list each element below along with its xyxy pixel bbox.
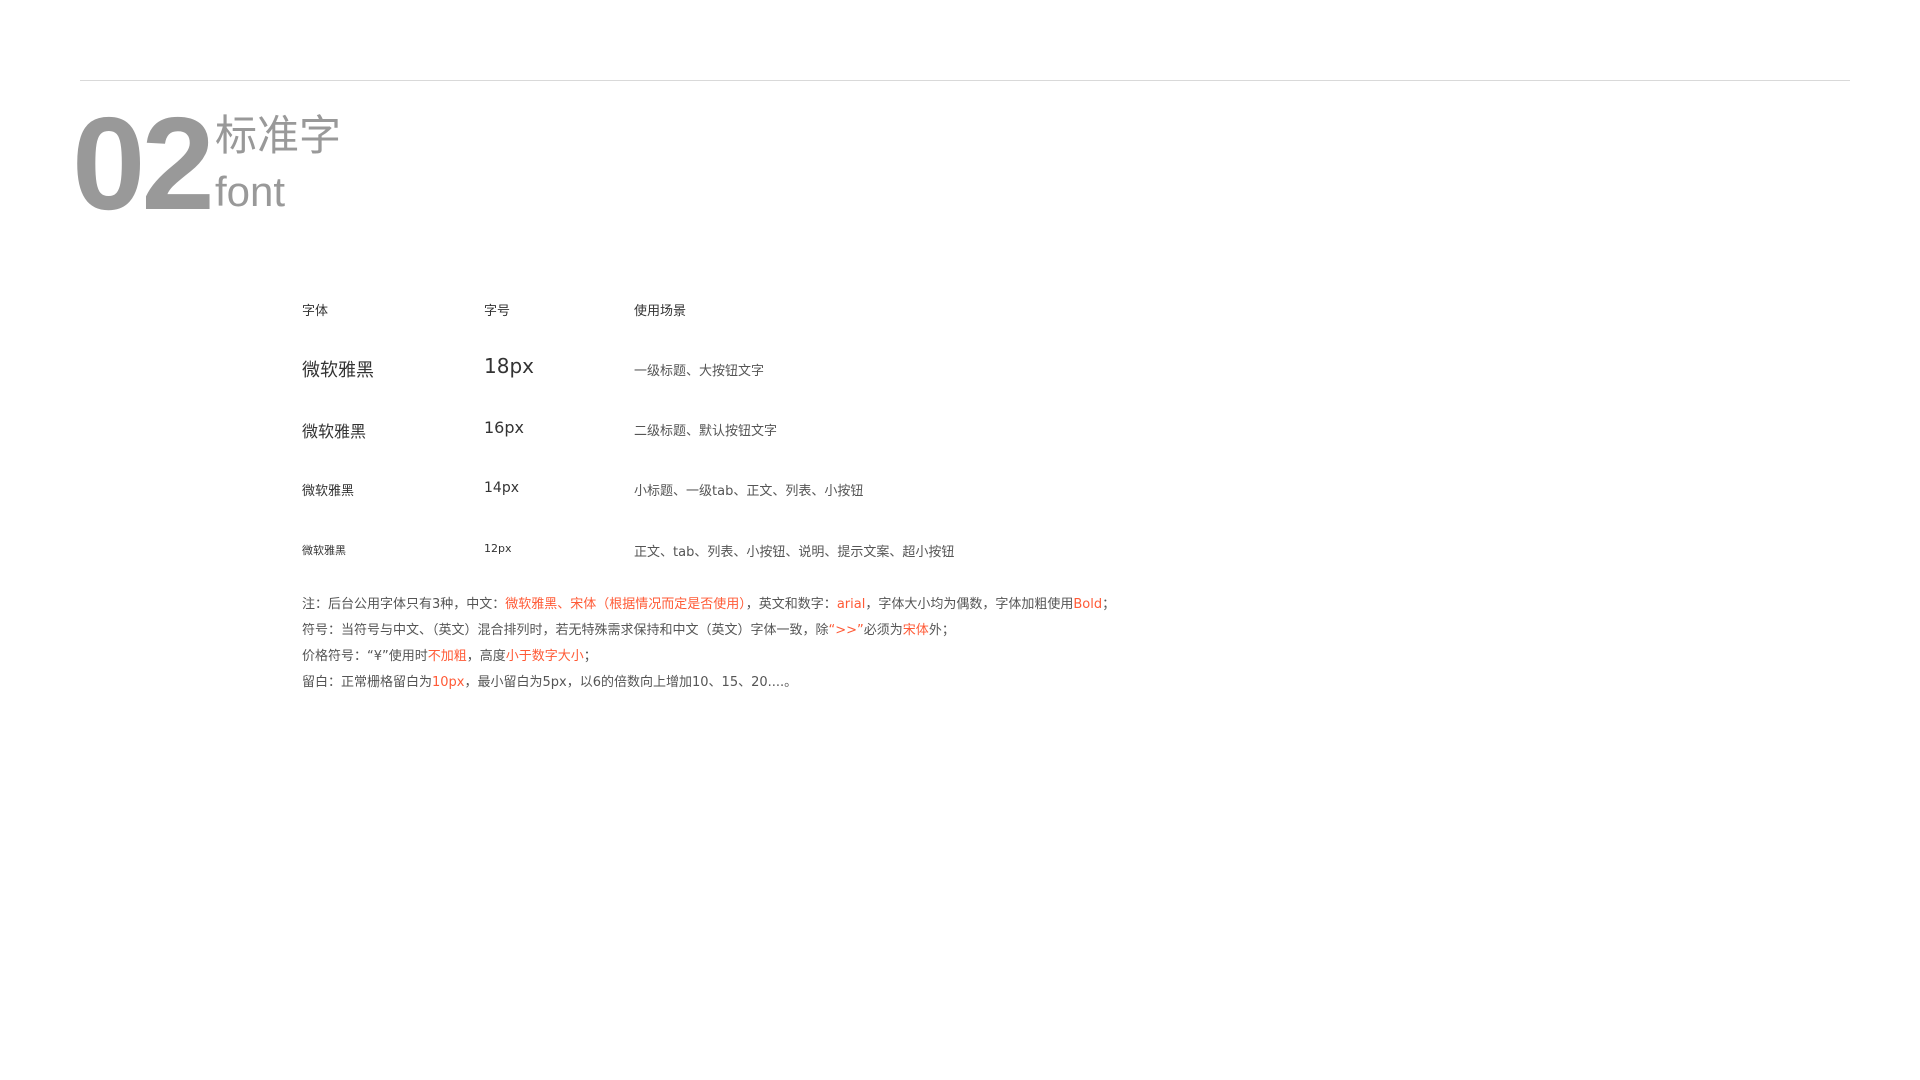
note-highlight: arial — [836, 597, 866, 612]
usage-cell: 正文、tab、列表、小按钮、说明、提示文案、超小按钮 — [634, 545, 955, 560]
note-text: ，字体大小均为偶数，字体加粗使用 — [865, 597, 1074, 612]
note-highlight: 10px — [432, 675, 465, 690]
note-text: 留白：正常栅格留白为 — [302, 675, 433, 690]
usage-cell: 二级标题、默认按钮文字 — [634, 424, 778, 439]
font-size-cell: 18px — [484, 354, 534, 378]
note-text: 外； — [928, 623, 955, 638]
note-text: ，高度 — [466, 649, 506, 664]
note-text: 必须为 — [863, 623, 903, 638]
note-text: ，最小留白为5px，以6的倍数向上增加10、15、20....。 — [464, 675, 798, 690]
note-highlight: Bold — [1073, 597, 1103, 612]
note-spacing: 留白：正常栅格留白为10px，最小留白为5px，以6的倍数向上增加10、15、2… — [302, 670, 1115, 696]
note-text: ，英文和数字： — [745, 597, 837, 612]
note-text: 注：后台公用字体只有3种，中文： — [302, 597, 506, 612]
usage-cell: 小标题、一级tab、正文、列表、小按钮 — [634, 484, 864, 499]
font-name-cell: 微软雅黑 — [302, 544, 346, 557]
note-text: ； — [583, 649, 597, 664]
font-size-cell: 14px — [484, 480, 519, 496]
column-header-usage: 使用场景 — [634, 304, 687, 319]
note-price-symbol: 价格符号：“¥”使用时不加粗，高度小于数字大小； — [302, 644, 1115, 670]
section-title-cn: 标准字 — [215, 111, 342, 160]
font-name-cell: 微软雅黑 — [302, 484, 355, 499]
font-size-cell: 12px — [484, 542, 512, 555]
section-title-en: font — [215, 168, 286, 215]
usage-cell: 一级标题、大按钮文字 — [634, 364, 765, 379]
column-header-size: 字号 — [484, 304, 511, 319]
top-divider — [80, 80, 1850, 81]
font-size-cell: 16px — [484, 418, 524, 437]
note-highlight: 不加粗 — [427, 649, 467, 664]
notes-block: 注：后台公用字体只有3种，中文：微软雅黑、宋体（根据情况而定是否使用），英文和数… — [302, 592, 1115, 696]
note-text: 价格符号：“¥”使用时 — [302, 649, 428, 664]
column-header-font: 字体 — [302, 304, 329, 319]
note-highlight: 微软雅黑、宋体（根据情况而定是否使用） — [505, 597, 746, 612]
note-highlight: 小于数字大小 — [505, 649, 584, 664]
note-symbols: 符号：当符号与中文、（英文）混合排列时，若无特殊需求保持和中文（英文）字体一致，… — [302, 618, 1115, 644]
font-name-cell: 微软雅黑 — [302, 360, 374, 381]
note-text: 符号：当符号与中文、（英文）混合排列时，若无特殊需求保持和中文（英文）字体一致，… — [302, 623, 829, 638]
note-highlight: “>>” — [828, 623, 864, 638]
note-fonts: 注：后台公用字体只有3种，中文：微软雅黑、宋体（根据情况而定是否使用），英文和数… — [302, 592, 1115, 618]
font-name-cell: 微软雅黑 — [302, 422, 367, 441]
section-number: 02 — [72, 90, 215, 237]
note-text: ； — [1102, 597, 1116, 612]
note-highlight: 宋体 — [902, 623, 929, 638]
